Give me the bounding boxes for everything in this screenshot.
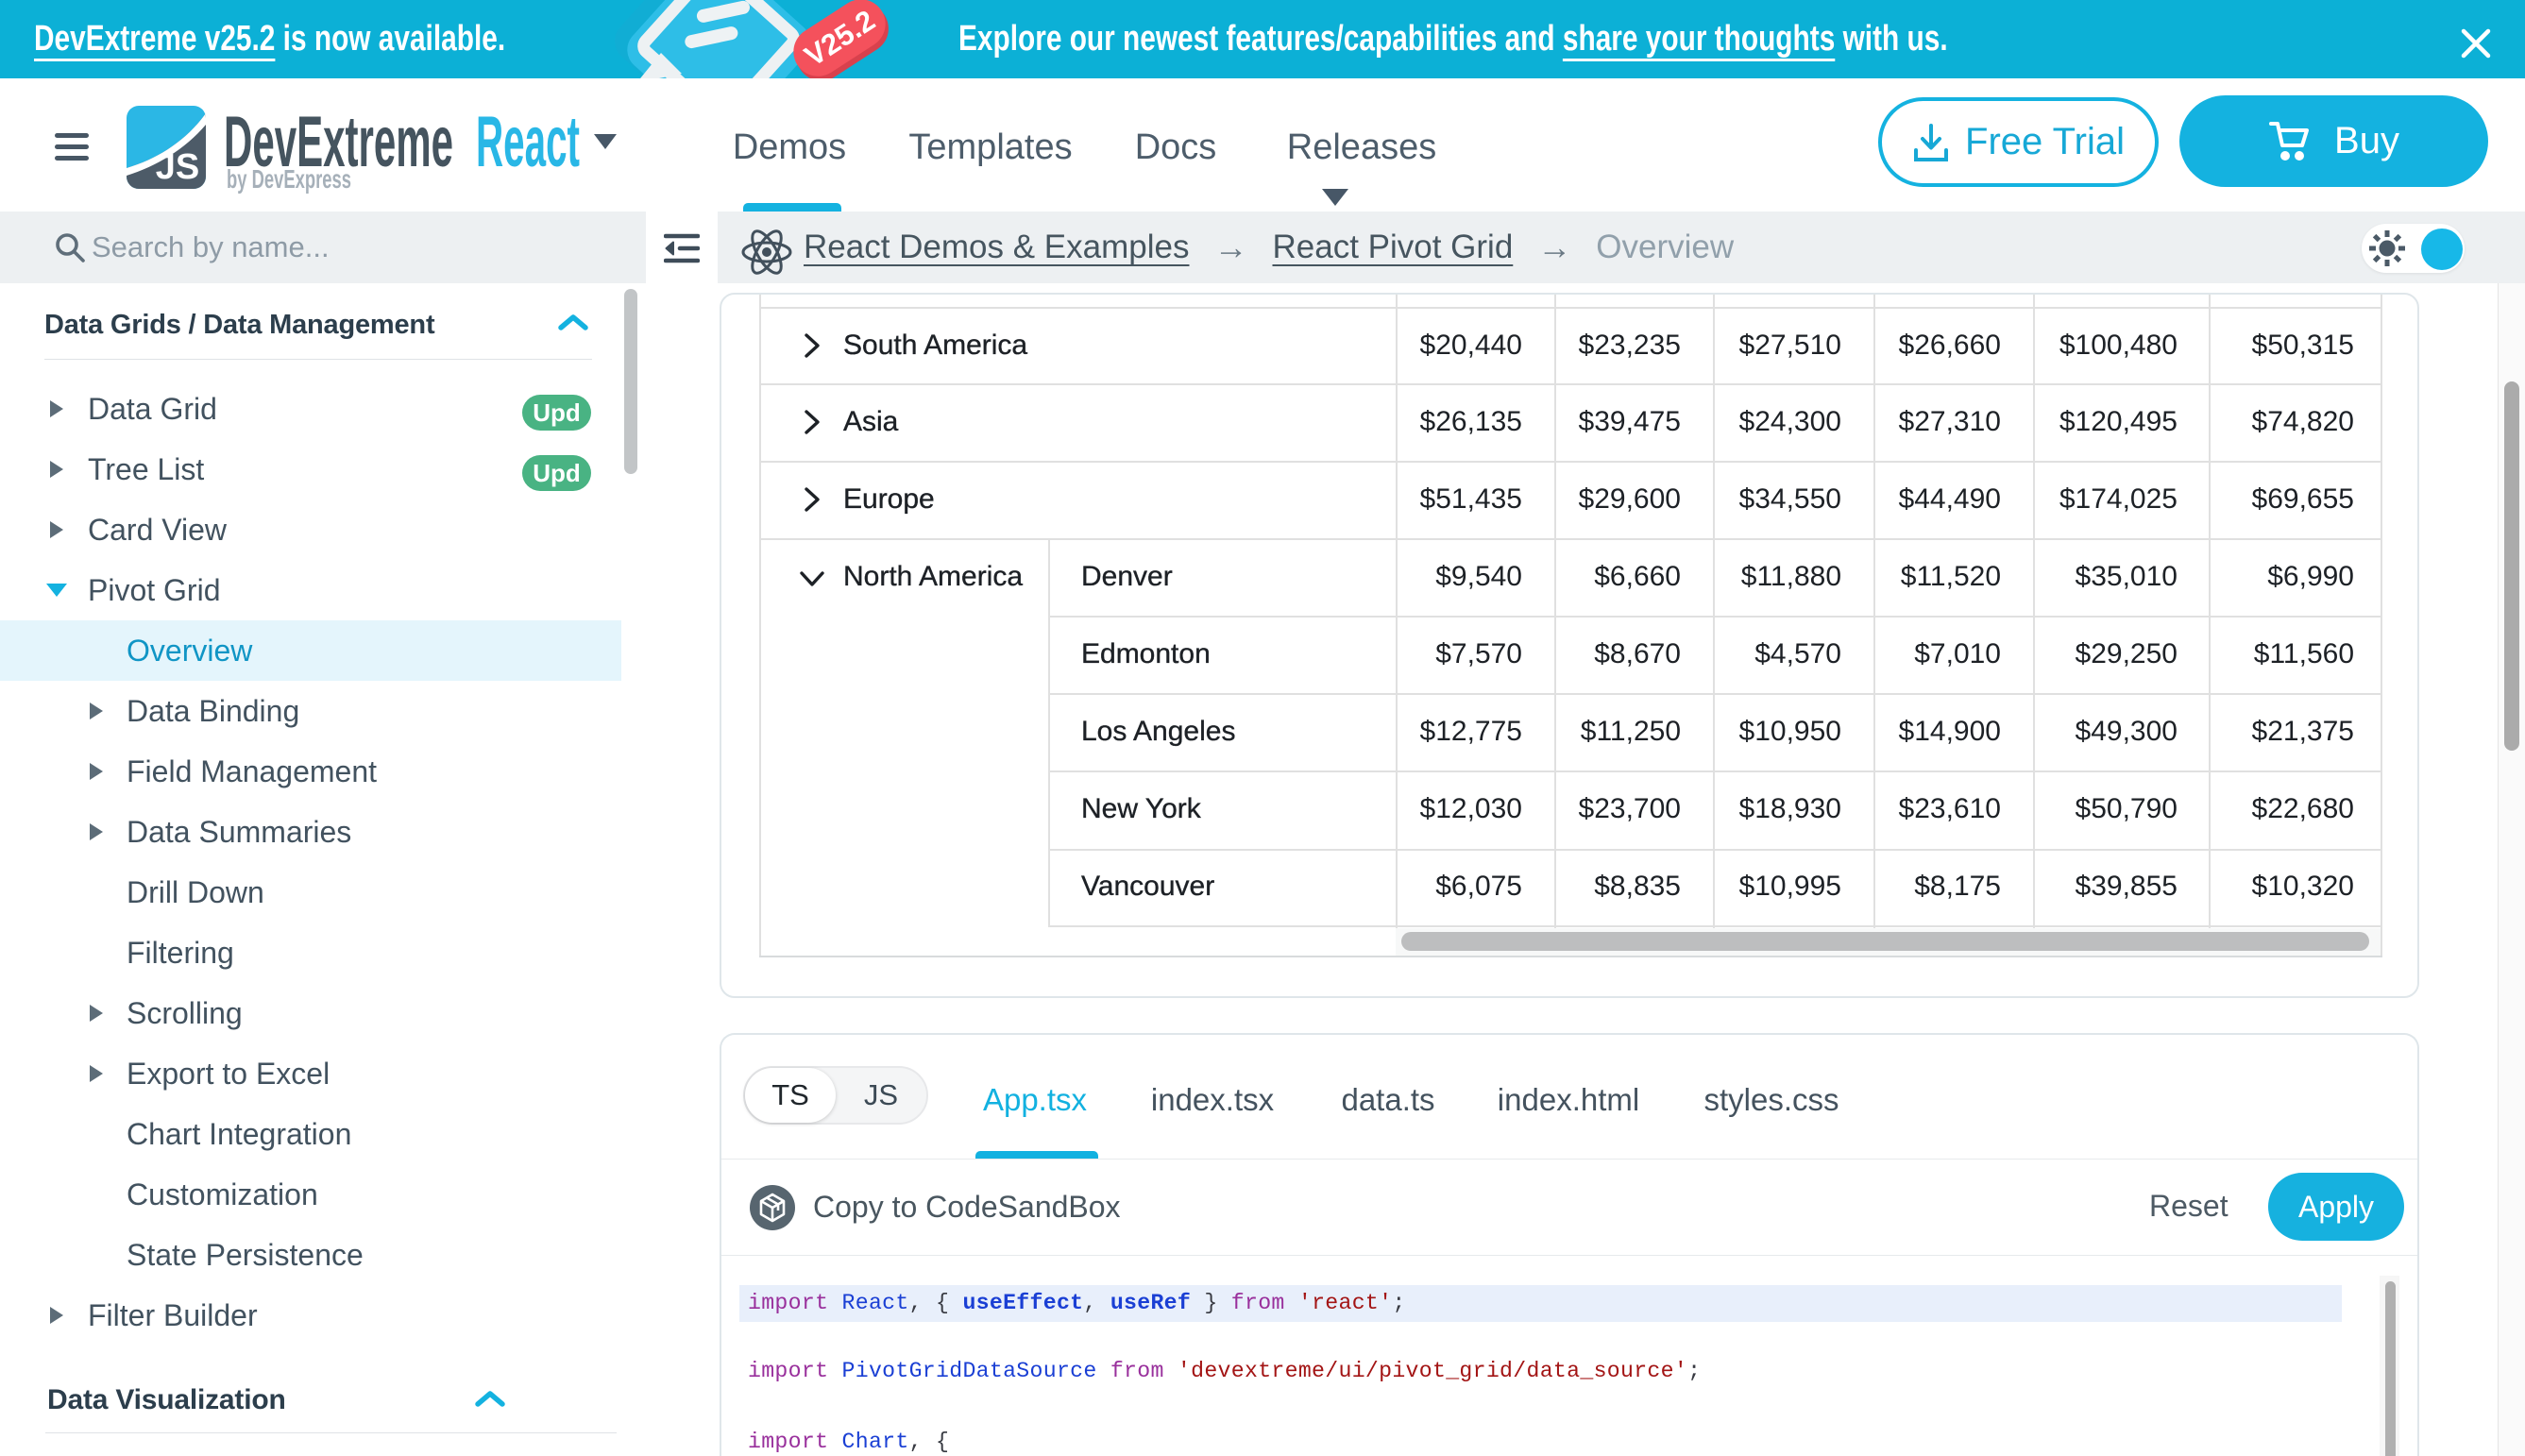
svg-text:JS: JS	[156, 147, 199, 187]
svg-text:React: React	[476, 102, 580, 182]
svg-text:by DevExpress: by DevExpress	[227, 164, 351, 194]
